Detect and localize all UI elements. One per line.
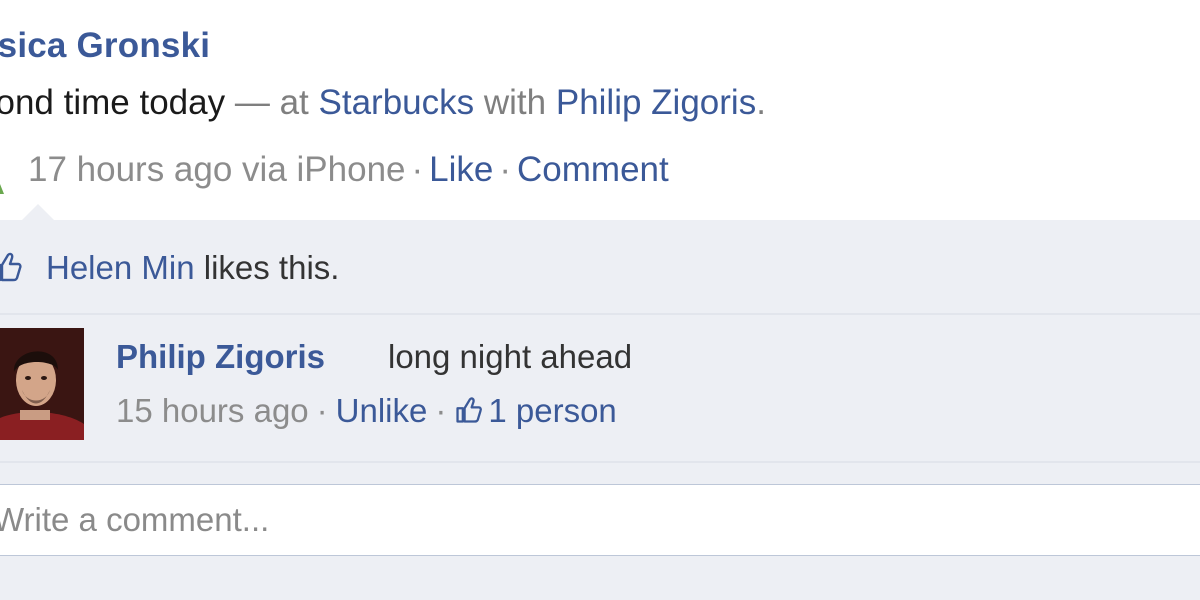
meta-separator: · [499,150,512,189]
comment-button[interactable]: Comment [517,150,669,189]
likes-suffix: likes this. [203,249,340,286]
place-link[interactable]: Starbucks [319,83,475,122]
post-timestamp[interactable]: 17 hours ago via iPhone [28,150,406,189]
thumbs-up-icon [0,252,22,282]
comment-composer [0,484,1200,556]
meta-separator: · [435,392,447,429]
tagged-friend-link[interactable]: Philip Zigoris [556,83,756,122]
status-text: cond time today [0,83,226,122]
comment-author-link[interactable]: Philip Zigoris [116,338,325,376]
unlike-button[interactable]: Unlike [336,392,428,429]
post-meta: 17 hours ago via iPhone · Like · Comment [0,150,669,190]
status-at-word: at [279,83,309,122]
post-status-line: cond time today — at Starbucks with Phil… [0,83,766,123]
status-period: . [756,83,766,122]
like-button[interactable]: Like [429,150,493,189]
comment-input[interactable] [0,485,1193,555]
comment-meta: 15 hours ago · Unlike · 1 person [116,392,617,430]
comment-timestamp[interactable]: 15 hours ago [116,392,309,429]
post-author-name[interactable]: ssica Gronski [0,26,210,66]
thumbs-up-icon [456,397,483,423]
liker-name-link[interactable]: Helen Min [46,249,195,286]
commenter-avatar[interactable] [0,328,84,440]
like-count-label: 1 person [488,392,617,429]
comment-item [0,315,1200,461]
comment-body: long night ahead [388,338,633,375]
likes-sentence: Helen Min likes this. [46,249,339,287]
meta-separator: · [411,150,424,189]
status-dash: — [234,83,270,122]
feedback-notch [22,204,54,220]
status-with-word: with [483,83,547,122]
comment-like-count[interactable]: 1 person [454,392,617,429]
meta-separator: · [316,392,328,429]
divider [0,461,1200,463]
